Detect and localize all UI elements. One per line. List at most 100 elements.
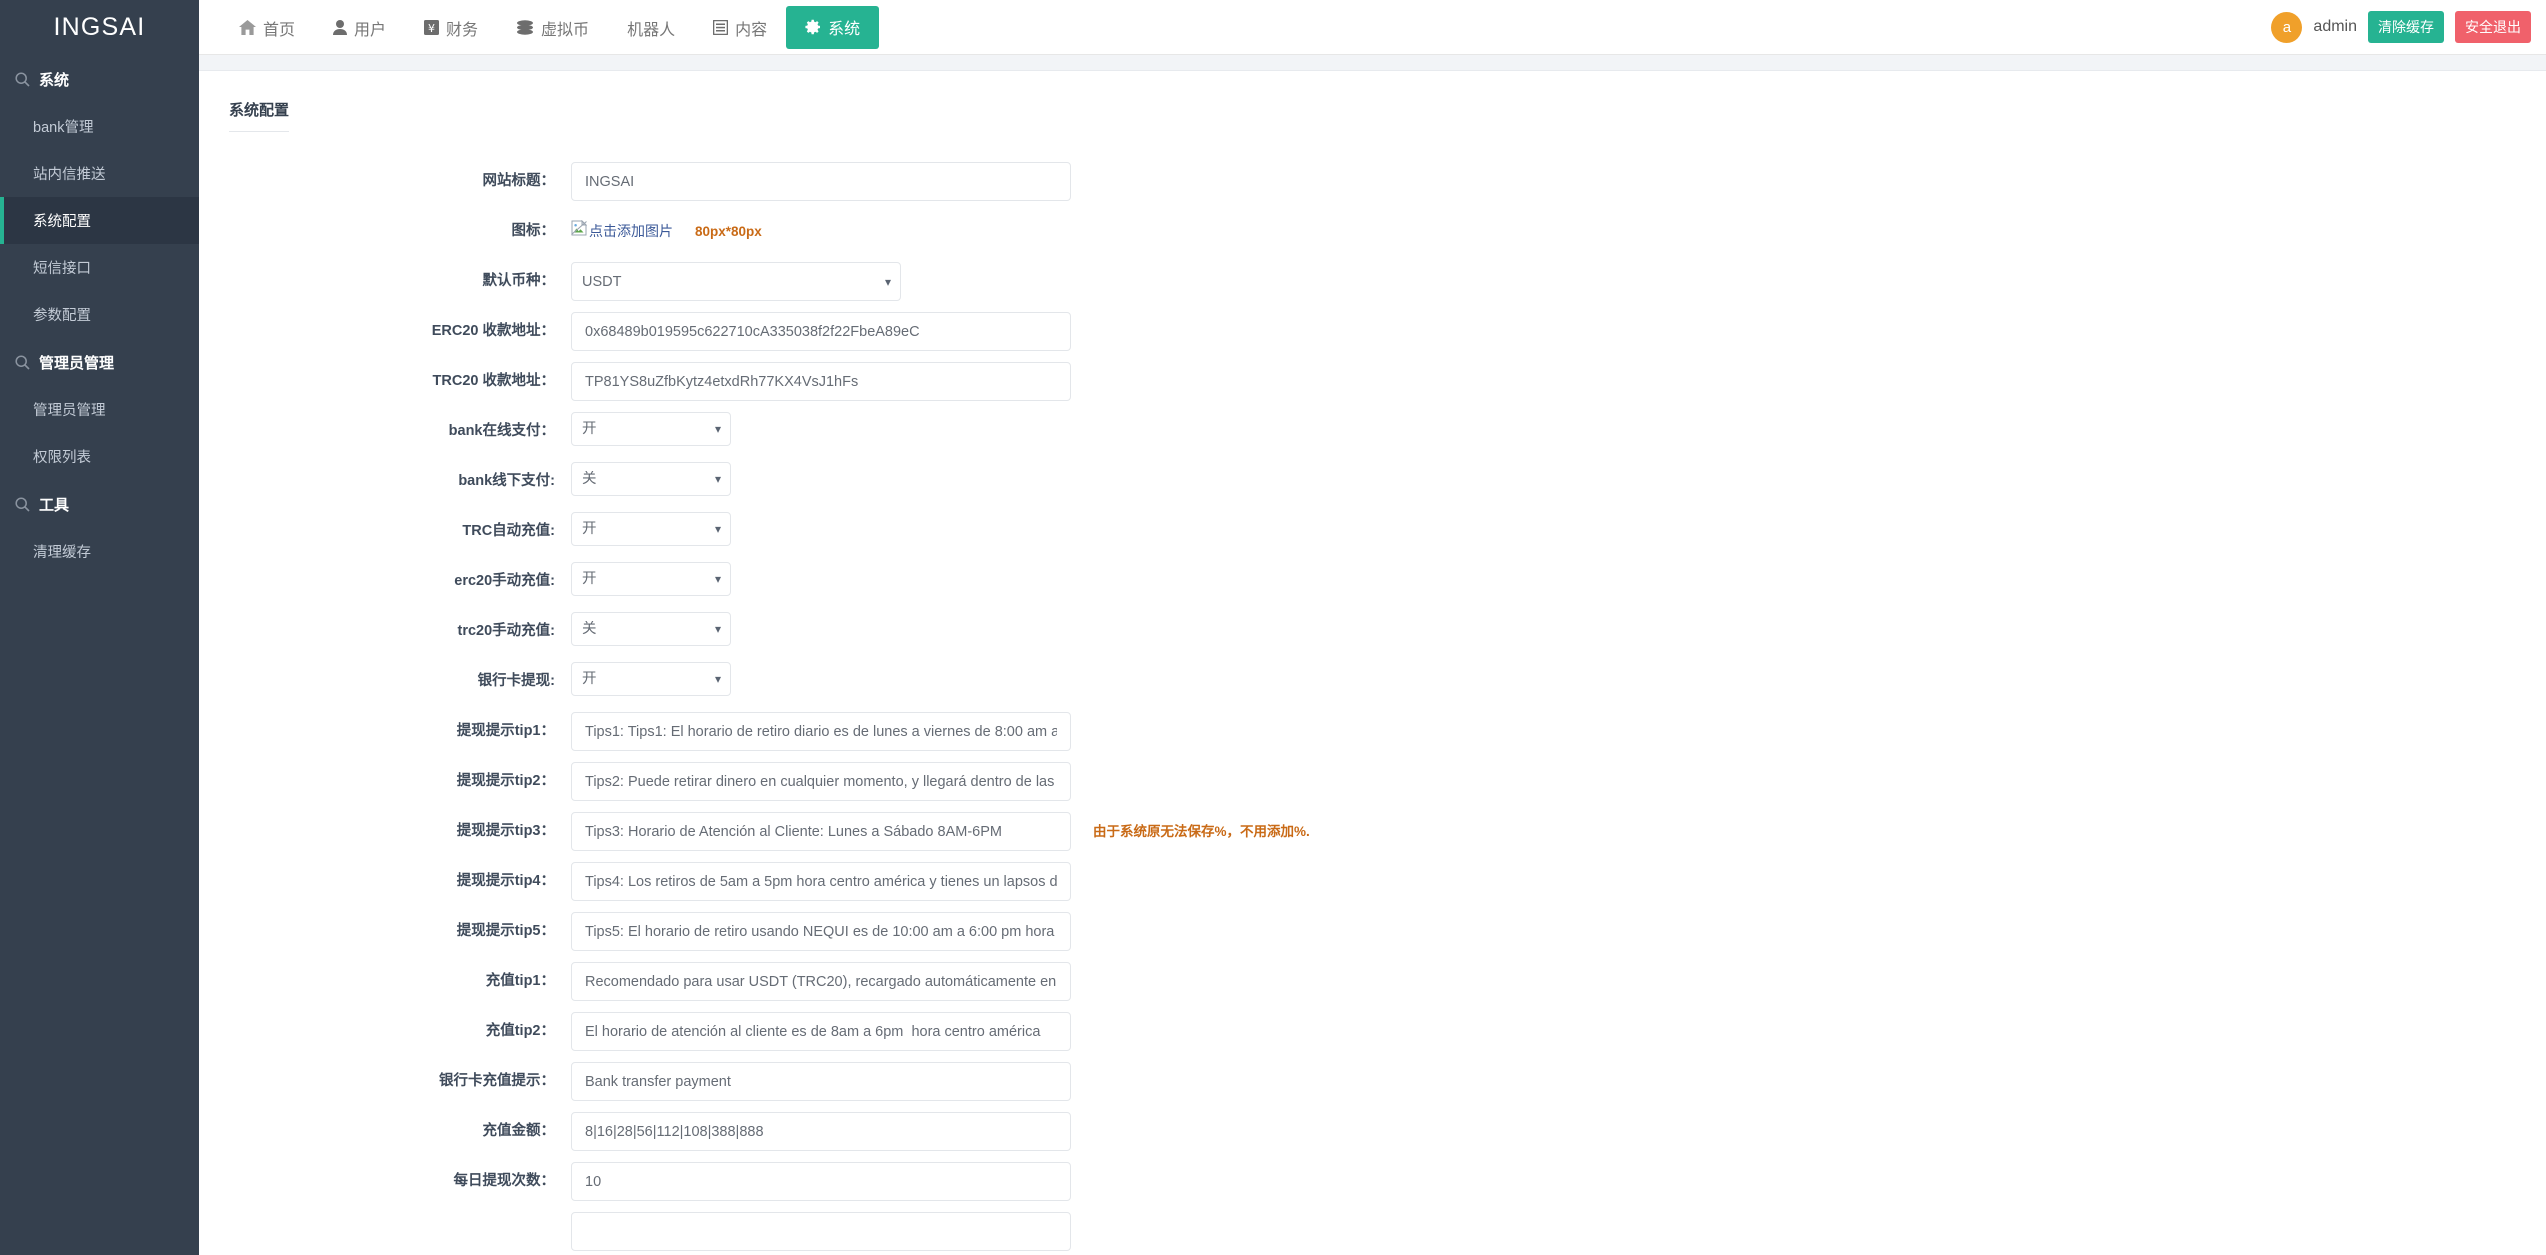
trc20-manual-recharge-select-wrap: 关 ▾ (571, 612, 731, 646)
label-withdraw-tip1: 提现提示tip1： (456, 723, 555, 739)
label-recharge-tip1: 充值tip1： (485, 973, 555, 989)
field-row-recharge-amounts: 充值金额： (199, 1112, 2546, 1151)
control-recharge-tip2 (571, 1012, 1071, 1051)
label-bankcard-withdraw: 银行卡提现: (477, 673, 555, 689)
top-navigation: 首页 用户 ¥ 财务 虚拟币 机器人 内容 系统 (199, 0, 880, 55)
topnav-label-system: 系统 (828, 21, 861, 38)
topnav-item-robot[interactable]: 机器人 (608, 0, 694, 55)
trc20-manual-recharge-select[interactable]: 关 (571, 612, 731, 646)
field-row-withdraw-tip4: 提现提示tip4： (199, 862, 2546, 901)
label-withdraw-tip4: 提现提示tip4： (456, 873, 555, 889)
recharge-tip1-input[interactable] (571, 962, 1071, 1001)
label-trc-auto-recharge: TRC自动充值: (462, 523, 555, 539)
clear-cache-button[interactable]: 清除缓存 (2368, 11, 2444, 43)
bankcard-withdraw-select[interactable]: 开 (571, 662, 731, 696)
sidebar-item-sms-interface[interactable]: 短信接口 (0, 244, 199, 291)
sidebar-group-label-admin: 管理员管理 (39, 355, 115, 372)
recharge-tip2-input[interactable] (571, 1012, 1071, 1051)
field-row-recharge-tip1: 充值tip1： (199, 962, 2546, 1001)
withdraw-tip1-input[interactable] (571, 712, 1071, 751)
label-bankcard-recharge-tip: 银行卡充值提示： (439, 1073, 555, 1089)
finance-icon: ¥ (424, 20, 440, 35)
site-title-input[interactable] (571, 162, 1071, 201)
system-config-form: 网站标题： 图标： (199, 132, 2546, 1251)
field-row-erc20-address: ERC20 收款地址： (199, 312, 2546, 351)
control-site-title (571, 162, 1071, 201)
control-bankcard-recharge-tip (571, 1062, 1071, 1101)
withdraw-tip3-input[interactable] (571, 812, 1071, 851)
control-trc-auto-recharge: 开 ▾ (571, 512, 731, 546)
erc20-address-input[interactable] (571, 312, 1071, 351)
control-recharge-tip1 (571, 962, 1071, 1001)
sidebar-item-site-message-push[interactable]: 站内信推送 (0, 150, 199, 197)
topnav-item-crypto[interactable]: 虚拟币 (497, 0, 608, 55)
sidebar-item-clear-cache[interactable]: 清理缓存 (0, 528, 199, 575)
label-icon: 图标： (511, 223, 556, 239)
withdraw-tip5-input[interactable] (571, 912, 1071, 951)
field-row-withdraw-tip5: 提现提示tip5： (199, 912, 2546, 951)
icon-upload-alt-text: 点击添加图片 (589, 223, 673, 239)
page-header: 系统配置 (199, 71, 2546, 132)
control-withdraw-tip5 (571, 912, 1071, 951)
erc20-manual-recharge-select[interactable]: 开 (571, 562, 731, 596)
sidebar-group-tools[interactable]: 工具 (0, 480, 199, 528)
field-row-site-title: 网站标题： (199, 162, 2546, 201)
sidebar-item-permission-list[interactable]: 权限列表 (0, 433, 199, 480)
sidebar-item-admin-management[interactable]: 管理员管理 (0, 386, 199, 433)
sidebar-group-system[interactable]: 系统 (0, 55, 199, 103)
field-row-recharge-tip2: 充值tip2： (199, 1012, 2546, 1051)
topnav-label-content: 内容 (735, 21, 768, 39)
topnav-label-user: 用户 (354, 21, 387, 39)
recharge-amounts-input[interactable] (571, 1112, 1071, 1151)
topnav-item-system[interactable]: 系统 (786, 5, 880, 49)
sidebar-item-bank-management[interactable]: bank管理 (0, 103, 199, 150)
topnav-item-home[interactable]: 首页 (220, 0, 314, 55)
field-row-trc20-address: TRC20 收款地址： (199, 362, 2546, 401)
trc20-address-input[interactable] (571, 362, 1071, 401)
withdraw-tip2-input[interactable] (571, 762, 1071, 801)
home-icon (239, 20, 256, 35)
field-row-icon: 图标： 点击添加图片 80px*80px (199, 212, 2546, 251)
sidebar-item-system-config[interactable]: 系统配置 (0, 197, 199, 244)
next-partial-input[interactable] (571, 1212, 1071, 1251)
username-label: admin (2313, 18, 2357, 35)
field-row-bankcard-recharge-tip: 银行卡充值提示： (199, 1062, 2546, 1101)
withdraw-tip4-input[interactable] (571, 862, 1071, 901)
field-row-withdraw-tip3: 提现提示tip3： 由于系统原无法保存%，不用添加%. (199, 812, 2546, 851)
label-recharge-tip2: 充值tip2： (485, 1023, 555, 1039)
label-trc20-manual-recharge: trc20手动充值: (457, 623, 556, 639)
bank-offline-pay-select-wrap: 关 ▾ (571, 462, 731, 496)
label-bank-offline-pay: bank线下支付: (458, 473, 555, 489)
sidebar-group-admin[interactable]: 管理员管理 (0, 338, 199, 386)
coins-icon (516, 20, 534, 35)
icon-upload-placeholder[interactable]: 点击添加图片 (571, 212, 673, 251)
topnav-item-finance[interactable]: ¥ 财务 (405, 0, 497, 55)
label-bank-online-pay: bank在线支付： (448, 423, 555, 439)
topnav-item-user[interactable]: 用户 (314, 0, 405, 55)
control-erc20-address (571, 312, 1071, 351)
default-currency-select[interactable]: USDT (571, 262, 901, 301)
brand-logo[interactable]: INGSAI (0, 0, 199, 55)
field-row-withdraw-tip2: 提现提示tip2： (199, 762, 2546, 801)
trc-auto-recharge-select[interactable]: 开 (571, 512, 731, 546)
avatar[interactable]: a (2271, 11, 2303, 43)
topnav-label-crypto: 虚拟币 (541, 21, 590, 39)
bank-online-pay-select[interactable]: 开 (571, 412, 731, 446)
daily-withdraw-count-input[interactable] (571, 1162, 1071, 1201)
topnav-item-content[interactable]: 内容 (694, 0, 786, 55)
logout-button[interactable]: 安全退出 (2455, 11, 2531, 43)
content-icon (713, 20, 729, 35)
field-row-trc-auto-recharge: TRC自动充值: 开 ▾ (199, 512, 2546, 551)
bankcard-recharge-tip-input[interactable] (571, 1062, 1071, 1101)
sidebar-item-parameter-config[interactable]: 参数配置 (0, 291, 199, 338)
control-default-currency: USDT ▾ (571, 262, 901, 301)
content-top-strip (199, 55, 2546, 71)
control-erc20-manual-recharge: 开 ▾ (571, 562, 731, 596)
topnav-label-robot: 机器人 (627, 21, 676, 39)
bank-offline-pay-select[interactable]: 关 (571, 462, 731, 496)
label-default-currency: 默认币种： (482, 273, 556, 289)
control-recharge-amounts (571, 1112, 1071, 1151)
control-trc20-manual-recharge: 关 ▾ (571, 612, 731, 646)
field-row-bank-online-pay: bank在线支付： 开 ▾ (199, 412, 2546, 451)
user-icon (333, 20, 348, 35)
